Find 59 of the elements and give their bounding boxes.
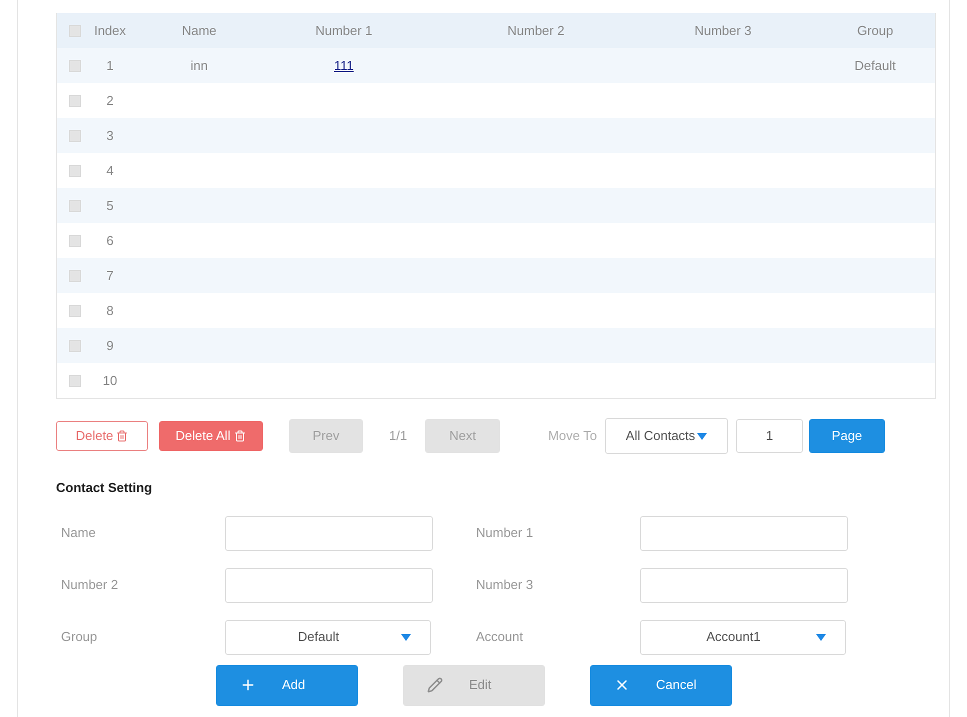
table-cell-text: Default [854, 56, 896, 75]
dropdown-field[interactable]: Account1 [640, 620, 846, 654]
table-cell-text: 1 [106, 56, 114, 75]
checkbox[interactable] [69, 270, 81, 282]
text-field[interactable] [640, 568, 848, 602]
page-button[interactable]: Page [808, 419, 885, 453]
delete-button[interactable]: Delete [56, 421, 148, 451]
caret-icon [816, 634, 826, 640]
delete-all-button[interactable]: Delete All [159, 421, 263, 451]
text-field[interactable] [225, 568, 433, 602]
checkbox[interactable] [69, 234, 81, 246]
table-cell-text: inn [190, 56, 208, 75]
checkbox[interactable] [69, 94, 81, 106]
checkbox[interactable] [69, 304, 81, 316]
field-label: Number 2 [61, 576, 118, 594]
field-label: Name [61, 524, 96, 542]
pencil-icon [427, 677, 443, 693]
table-cell-text: 4 [106, 162, 114, 180]
cancel-button[interactable]: Cancel [590, 664, 732, 706]
dropdown-field[interactable]: Default [225, 620, 431, 654]
table-cell-text: 2 [106, 92, 114, 110]
column-header: Name [182, 22, 217, 40]
table-cell-text: 3 [106, 126, 114, 145]
table-cell-text: 6 [106, 232, 114, 250]
caret-icon [401, 634, 411, 640]
checkbox[interactable] [69, 24, 81, 36]
table-cell-text: 5 [106, 196, 114, 215]
trash-icon [116, 430, 128, 442]
column-header: Number 1 [315, 22, 372, 40]
table-cell-text: 9 [106, 336, 114, 355]
checkbox[interactable] [69, 60, 81, 72]
plus-icon [240, 677, 256, 693]
checkbox[interactable] [69, 130, 81, 142]
field-label: Number 1 [476, 524, 534, 542]
checkbox[interactable] [69, 164, 81, 176]
field-label: Group [61, 628, 98, 646]
text-field[interactable] [640, 516, 848, 550]
column-header: Group [857, 22, 894, 40]
contacts-dropdown[interactable]: All Contacts [604, 418, 728, 454]
section-title: Contact Setting [56, 479, 152, 497]
trash-icon [234, 430, 246, 442]
column-header: Number 3 [694, 22, 752, 40]
checkbox[interactable] [69, 374, 81, 386]
table-cell-text: 10 [102, 372, 118, 390]
page-indicator: 1/1 [389, 427, 408, 446]
column-header: Index [94, 22, 126, 40]
checkbox[interactable] [69, 200, 81, 212]
move-to-label: Move To [548, 427, 597, 446]
field-label: Number 3 [476, 576, 534, 594]
field-label: Account [476, 628, 523, 646]
caret-icon [697, 432, 708, 440]
table-cell-text: 8 [106, 302, 114, 320]
checkbox[interactable] [69, 340, 81, 352]
page-number-field[interactable]: 1 [736, 419, 803, 453]
text-field[interactable] [225, 516, 433, 550]
number-link[interactable]: 111 [334, 56, 354, 76]
column-header: Number 2 [507, 22, 564, 40]
add-button[interactable]: Add [216, 664, 358, 706]
table-cell-text: 7 [106, 266, 114, 285]
